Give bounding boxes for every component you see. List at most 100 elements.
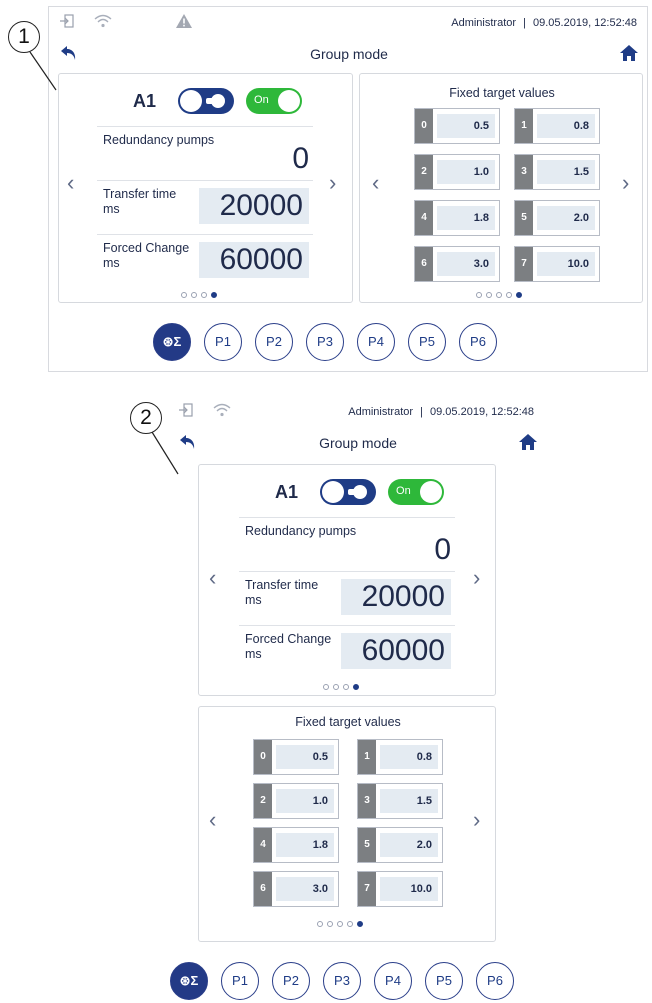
status-datetime: 09.05.2019, 12:52:48 [533,17,637,29]
page-dot[interactable] [191,292,197,298]
fixed-targets-title: Fixed target values [295,715,401,729]
page-dot-active[interactable] [353,684,359,690]
status-bar: Administrator | 09.05.2019, 12:52:48 [178,402,542,422]
fixed-target-7[interactable]: 7 10.0 [357,871,443,907]
page-title: Group mode [310,46,388,62]
fixed-target-4[interactable]: 4 1.8 [253,827,339,863]
pump-button-p5[interactable]: P5 [408,323,446,361]
prev-page-arrow[interactable]: ‹ [67,172,74,194]
fixed-target-3[interactable]: 3 1.5 [357,783,443,819]
pump-button-p3[interactable]: P3 [323,962,361,1000]
page-dot[interactable] [317,921,323,927]
warning-icon[interactable] [175,13,193,34]
group-on-toggle[interactable]: On [246,88,303,114]
page-dot[interactable] [181,292,187,298]
fixed-target-0[interactable]: 0 0.5 [253,739,339,775]
pump-bar: ⊛Σ P1 P2 P3 P4 P5 P6 [153,323,510,361]
screen-landscape: Administrator | 09.05.2019, 12:52:48 Gro… [48,6,648,372]
fixed-target-1[interactable]: 1 0.8 [357,739,443,775]
fixed-target-0[interactable]: 0 0.5 [414,108,500,144]
group-sum-icon[interactable]: ⊛Σ [170,962,208,1000]
manual-mode-toggle[interactable] [320,479,377,505]
fixed-target-6[interactable]: 6 3.0 [253,871,339,907]
page-dot[interactable] [476,292,482,298]
screen-portrait: Administrator | 09.05.2019, 12:52:48 Gro… [170,396,542,1003]
fixed-target-4[interactable]: 4 1.8 [414,200,500,236]
status-bar: Administrator | 09.05.2019, 12:52:48 [59,13,645,33]
redundancy-pumps-value[interactable]: 0 [434,532,451,568]
page-dot[interactable] [347,921,353,927]
page-dot-active[interactable] [516,292,522,298]
transfer-time-value[interactable]: 20000 [341,579,451,615]
fixed-targets-title: Fixed target values [449,86,555,100]
transfer-time-row: Transfer time ms 20000 [97,180,313,232]
transfer-time-label: Transfer time ms [245,578,319,607]
redundancy-pumps-value[interactable]: 0 [292,141,309,177]
next-page-arrow[interactable]: › [329,172,336,194]
fixed-target-5[interactable]: 5 2.0 [514,200,600,236]
fixed-targets-card: ‹ › Fixed target values 0 0.5 1 0.8 2 1.0 3… [359,73,643,303]
wifi-icon [93,13,113,34]
callout-2-leader [151,431,179,475]
page-dot-active[interactable] [357,921,363,927]
page-title: Group mode [319,435,397,451]
fixed-target-2[interactable]: 2 1.0 [414,154,500,190]
pump-button-p6[interactable]: P6 [476,962,514,1000]
group-header: A1 On [275,479,445,505]
pump-button-p5[interactable]: P5 [425,962,463,1000]
forced-change-value[interactable]: 60000 [199,242,309,278]
status-user: Administrator [451,17,517,29]
status-separator: | [420,406,423,418]
pump-button-p1[interactable]: P1 [204,323,242,361]
status-user-datetime: Administrator | 09.05.2019, 12:52:48 [451,17,637,29]
fixed-target-6[interactable]: 6 3.0 [414,246,500,282]
fixed-target-5[interactable]: 5 2.0 [357,827,443,863]
group-on-label: On [396,485,411,497]
hand-icon [348,485,368,499]
transfer-time-value[interactable]: 20000 [199,188,309,224]
manual-mode-toggle[interactable] [178,88,235,114]
fixed-target-1[interactable]: 1 0.8 [514,108,600,144]
pump-button-p1[interactable]: P1 [221,962,259,1000]
page-dot-active[interactable] [211,292,217,298]
pump-button-p4[interactable]: P4 [357,323,395,361]
page-dot[interactable] [323,684,329,690]
fixed-target-7[interactable]: 7 10.0 [514,246,600,282]
page-dot[interactable] [327,921,333,927]
redundancy-pumps-label: Redundancy pumps [245,524,357,538]
forced-change-row: Forced Change ms 60000 [239,625,455,677]
pump-button-p3[interactable]: P3 [306,323,344,361]
prev-page-arrow[interactable]: ‹ [372,172,379,194]
login-icon [178,402,194,423]
next-page-arrow[interactable]: › [473,809,480,831]
page-dot[interactable] [343,684,349,690]
next-page-arrow[interactable]: › [473,567,480,589]
forced-change-label: Forced Change ms [245,632,332,661]
page-dot[interactable] [333,684,339,690]
prev-page-arrow[interactable]: ‹ [209,567,216,589]
pump-button-p4[interactable]: P4 [374,962,412,1000]
pump-button-p6[interactable]: P6 [459,323,497,361]
fixed-target-3[interactable]: 3 1.5 [514,154,600,190]
page-dot[interactable] [201,292,207,298]
group-settings-card: ‹ › A1 On Redundancy pumps 0 Transfer ti… [198,464,496,696]
page-dot[interactable] [506,292,512,298]
group-label: A1 [133,90,157,111]
page-dot[interactable] [496,292,502,298]
next-page-arrow[interactable]: › [622,172,629,194]
page-dot[interactable] [337,921,343,927]
prev-page-arrow[interactable]: ‹ [209,809,216,831]
fixed-target-2[interactable]: 2 1.0 [253,783,339,819]
page-indicator [476,292,522,298]
group-on-toggle[interactable]: On [388,479,445,505]
page-dot[interactable] [486,292,492,298]
home-icon[interactable] [619,43,639,68]
group-sum-icon[interactable]: ⊛Σ [153,323,191,361]
pump-bar: ⊛Σ P1 P2 P3 P4 P5 P6 [170,962,527,1000]
forced-change-value[interactable]: 60000 [341,633,451,669]
transfer-time-label: Transfer time ms [103,187,177,216]
home-icon[interactable] [518,432,538,457]
pump-button-p2[interactable]: P2 [255,323,293,361]
login-icon [59,13,75,34]
pump-button-p2[interactable]: P2 [272,962,310,1000]
